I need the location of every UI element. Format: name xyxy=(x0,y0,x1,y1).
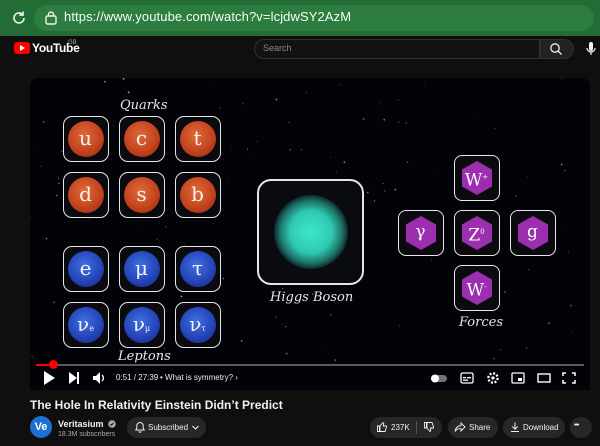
higgs-label: Higgs Boson xyxy=(270,290,354,305)
particle-top-quark: t xyxy=(175,116,221,162)
region-code: GB xyxy=(68,40,77,46)
particle-muon: μ xyxy=(119,246,165,292)
next-icon[interactable] xyxy=(67,370,81,386)
particle-strange-quark: s xyxy=(119,172,165,218)
url-text[interactable]: https://www.youtube.com/watch?v=lcjdwSY2… xyxy=(64,9,351,24)
higgs-boson-tile xyxy=(257,179,364,285)
particle-tau-neutrino: ντ xyxy=(175,302,221,348)
quarks-label: Quarks xyxy=(120,98,168,113)
particle-electron: e xyxy=(63,246,109,292)
particle-tau: τ xyxy=(175,246,221,292)
search-input[interactable] xyxy=(254,39,540,59)
particle-muon-neutrino: νμ xyxy=(119,302,165,348)
channel-avatar[interactable]: Ve xyxy=(30,416,52,438)
channel-name[interactable]: Veritasium xyxy=(58,419,104,429)
chapter-title[interactable]: • What is symmetry? › xyxy=(160,373,238,382)
progress-scrubber[interactable] xyxy=(49,360,58,369)
like-divider xyxy=(416,421,417,434)
download-icon xyxy=(511,422,519,432)
particle-down-quark: d xyxy=(63,172,109,218)
chapter-arrow-icon: › xyxy=(235,373,238,382)
share-label: Share xyxy=(469,423,491,432)
subscriber-count: 18.3M subscribers xyxy=(58,431,116,438)
progress-bar[interactable] xyxy=(36,364,584,366)
more-actions-icon: ••• xyxy=(574,422,579,429)
thumbs-down-icon[interactable] xyxy=(423,421,435,433)
particle-z-boson: Z0 xyxy=(454,210,500,256)
video-player[interactable]: Quarks u c t d s b e μ τ νe νμ ντ Lepton… xyxy=(30,78,590,390)
autoplay-toggle[interactable] xyxy=(430,370,448,386)
chevron-down-icon xyxy=(192,425,199,430)
theater-mode-icon[interactable] xyxy=(537,370,551,386)
verified-badge-icon xyxy=(108,420,116,428)
particle-w-minus: W- xyxy=(454,265,500,311)
particle-gluon: g xyxy=(510,210,556,256)
particle-electron-neutrino: νe xyxy=(63,302,109,348)
video-title: The Hole In Relativity Einstein Didn’t P… xyxy=(30,398,283,412)
download-label: Download xyxy=(523,423,559,432)
site-info-icon[interactable] xyxy=(44,10,58,26)
fullscreen-icon[interactable] xyxy=(562,370,576,386)
volume-icon[interactable] xyxy=(92,370,106,386)
like-count[interactable]: 237K xyxy=(391,423,410,432)
miniplayer-icon[interactable] xyxy=(511,370,525,386)
particle-w-plus: W+ xyxy=(454,155,500,201)
particle-photon: γ xyxy=(398,210,444,256)
thumbs-up-icon[interactable] xyxy=(376,421,388,433)
youtube-logo-icon[interactable] xyxy=(14,42,30,54)
forces-label: Forces xyxy=(459,315,503,330)
notification-bell-icon xyxy=(134,421,146,433)
time-display: 0:51 / 27:39 xyxy=(116,373,159,382)
particle-charm-quark: c xyxy=(119,116,165,162)
play-icon[interactable] xyxy=(42,370,56,386)
subscribed-label: Subscribed xyxy=(148,423,189,432)
particle-up-quark: u xyxy=(63,116,109,162)
search-placeholder: Search xyxy=(263,43,292,53)
refresh-icon[interactable] xyxy=(10,9,28,27)
particle-bottom-quark: b xyxy=(175,172,221,218)
microphone-icon[interactable] xyxy=(586,41,596,57)
search-icon xyxy=(550,43,562,55)
leptons-label: Leptons xyxy=(118,349,171,364)
settings-gear-icon[interactable] xyxy=(486,370,500,386)
share-icon xyxy=(454,421,466,433)
subtitles-icon[interactable] xyxy=(460,370,474,386)
